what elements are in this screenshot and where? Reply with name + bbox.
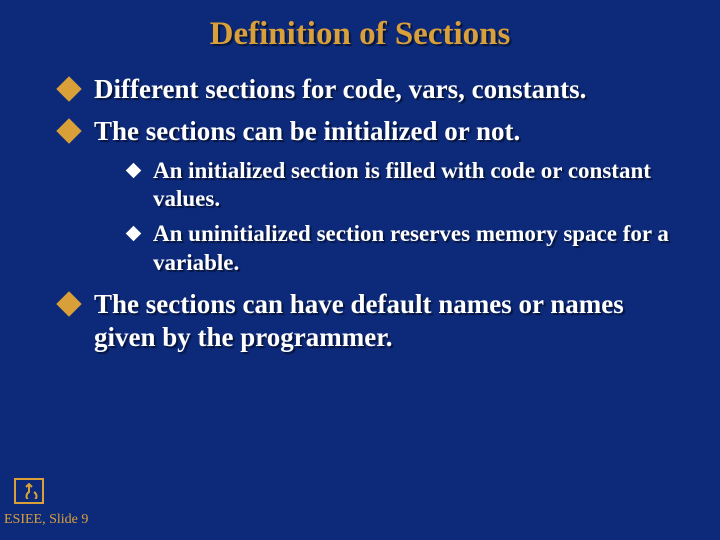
bullet-text: Different sections for code, vars, const… [94, 73, 586, 107]
bullet-item: The sections can be initialized or not. [60, 115, 690, 149]
diamond-bullet-icon [56, 291, 81, 316]
diamond-bullet-icon [56, 76, 81, 101]
bullet-text: The sections can have default names or n… [94, 288, 690, 356]
bullet-text: The sections can be initialized or not. [94, 115, 520, 149]
bullet-item: The sections can have default names or n… [60, 288, 690, 356]
return-icon [14, 478, 44, 504]
slide-footer: ESIEE, Slide 9 [4, 512, 88, 528]
sub-bullet-item: An uninitialized section reserves memory… [128, 220, 690, 278]
slide-content: Different sections for code, vars, const… [0, 73, 720, 355]
slide-title: Definition of Sections [0, 0, 720, 73]
sub-bullet-list: An initialized section is filled with co… [60, 157, 690, 278]
square-bullet-icon [126, 226, 142, 242]
diamond-bullet-icon [56, 118, 81, 143]
bullet-item: Different sections for code, vars, const… [60, 73, 690, 107]
sub-bullet-text: An uninitialized section reserves memory… [153, 220, 690, 278]
sub-bullet-text: An initialized section is filled with co… [153, 157, 690, 215]
sub-bullet-item: An initialized section is filled with co… [128, 157, 690, 215]
square-bullet-icon [126, 162, 142, 178]
